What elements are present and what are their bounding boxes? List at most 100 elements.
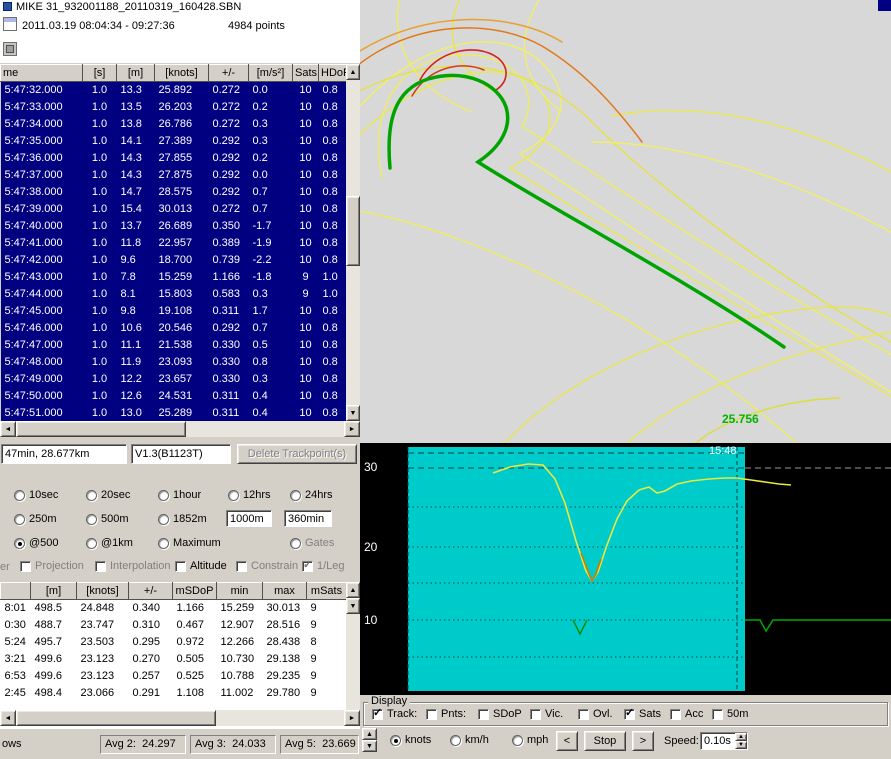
checkbox-acc[interactable]: Acc bbox=[670, 708, 703, 721]
step-back-button[interactable]: < bbox=[556, 731, 578, 751]
table-row[interactable]: 5:47:38.0001.014.728.5750.2920.7100.8 bbox=[1, 184, 347, 201]
table-row[interactable]: 5:47:33.0001.013.526.2030.2720.2100.8 bbox=[1, 99, 347, 116]
table-row[interactable]: 6:53499.623.1230.2570.52510.78829.2359 bbox=[1, 668, 347, 685]
scroll-right-button[interactable]: ► bbox=[344, 421, 360, 437]
col-header-max[interactable]: max bbox=[263, 583, 307, 600]
col-header-time[interactable]: me bbox=[1, 65, 83, 82]
col-header-error[interactable]: +/- bbox=[209, 65, 249, 82]
selection-region[interactable] bbox=[408, 447, 745, 691]
col-header-run-knots[interactable]: [knots] bbox=[77, 583, 129, 600]
zoom-up-button[interactable]: ▲ bbox=[362, 728, 377, 740]
col-header-run-meters[interactable]: [m] bbox=[31, 583, 77, 600]
scroll-up-button[interactable]: ▲ bbox=[346, 64, 360, 80]
scroll-up-button[interactable]: ▲ bbox=[346, 582, 360, 598]
table-row[interactable]: 5:47:47.0001.011.121.5380.3300.5100.8 bbox=[1, 337, 347, 354]
scroll-left-button[interactable]: ◄ bbox=[0, 421, 16, 437]
scroll-down-button[interactable]: ▼ bbox=[346, 405, 360, 421]
radio-gates[interactable]: Gates bbox=[290, 537, 334, 550]
results-hscrollbar[interactable]: ◄ ► bbox=[0, 710, 360, 726]
checkbox-1perleg[interactable]: 1/Leg bbox=[302, 560, 345, 573]
table-row[interactable]: 5:47:43.0001.07.815.2591.166-1.891.0 bbox=[1, 269, 347, 286]
results-vscrollbar[interactable]: ▲ ▼ bbox=[346, 582, 360, 710]
zoom-down-button[interactable]: ▼ bbox=[362, 740, 377, 752]
speed-down-button[interactable]: ▼ bbox=[735, 741, 747, 749]
col-header-sats[interactable]: Sats bbox=[293, 65, 319, 82]
checkbox-ovl[interactable]: Ovl. bbox=[578, 708, 613, 721]
scroll-left-button[interactable]: ◄ bbox=[0, 710, 16, 726]
table-row[interactable]: 3:21499.623.1230.2700.50510.73029.1389 bbox=[1, 651, 347, 668]
col-header-meters[interactable]: [m] bbox=[117, 65, 155, 82]
checkbox-50m[interactable]: 50m bbox=[712, 708, 748, 721]
table-row[interactable]: 5:47:35.0001.014.127.3890.2920.3100.8 bbox=[1, 133, 347, 150]
table-row[interactable]: 5:47:42.0001.09.618.7000.739-2.2100.8 bbox=[1, 252, 347, 269]
table-row[interactable]: 5:47:32.0001.013.325.8920.2720.0100.8 bbox=[1, 82, 347, 99]
col-header-runtime[interactable] bbox=[1, 583, 31, 600]
hscroll-thumb[interactable] bbox=[16, 710, 216, 726]
radio-1852m[interactable]: 1852m bbox=[158, 513, 207, 526]
table-row[interactable]: 0:30488.723.7470.3100.46712.90728.5169 bbox=[1, 617, 347, 634]
custom-distance-input[interactable] bbox=[226, 510, 272, 527]
table-row[interactable]: 5:24495.723.5030.2950.97212.26628.4388 bbox=[1, 634, 347, 651]
col-header-accel[interactable]: [m/s²] bbox=[249, 65, 293, 82]
track-table-hscrollbar[interactable]: ◄ ► bbox=[0, 421, 360, 437]
table-row[interactable]: 5:47:39.0001.015.430.0130.2720.7100.8 bbox=[1, 201, 347, 218]
table-row[interactable]: 5:47:41.0001.011.822.9570.389-1.9100.8 bbox=[1, 235, 347, 252]
map-canvas[interactable] bbox=[360, 0, 891, 443]
firmware-version-field[interactable] bbox=[131, 444, 231, 464]
col-header-run-error[interactable]: +/- bbox=[129, 583, 173, 600]
radio-250m[interactable]: 250m bbox=[14, 513, 57, 526]
checkbox-projection[interactable]: Projection bbox=[20, 560, 84, 573]
checkbox-vic[interactable]: Vic. bbox=[530, 708, 563, 721]
stop-button[interactable]: Stop bbox=[584, 731, 626, 751]
radio-maximum[interactable]: Maximum bbox=[158, 537, 221, 550]
table-row[interactable]: 5:47:46.0001.010.620.5460.2920.7100.8 bbox=[1, 320, 347, 337]
custom-duration-input[interactable] bbox=[284, 510, 332, 527]
table-row[interactable]: 5:47:34.0001.013.826.7860.2720.3100.8 bbox=[1, 116, 347, 133]
speed-graph-panel[interactable]: 30 20 10 15:48 bbox=[360, 443, 891, 695]
table-row[interactable]: 5:47:48.0001.011.923.0930.3300.8100.8 bbox=[1, 354, 347, 371]
col-header-seconds[interactable]: [s] bbox=[83, 65, 117, 82]
radio-at1km[interactable]: @1km bbox=[86, 537, 133, 550]
checkbox-interpolation[interactable]: Interpolation bbox=[95, 560, 171, 573]
radio-500m[interactable]: 500m bbox=[86, 513, 129, 526]
delete-trackpoints-button[interactable]: Delete Trackpoint(s) bbox=[237, 444, 357, 464]
track-summary-field[interactable] bbox=[1, 444, 127, 464]
table-row[interactable]: 5:47:49.0001.012.223.6570.3300.3100.8 bbox=[1, 371, 347, 388]
table-row[interactable]: 8:01498.524.8480.3401.16615.25930.0139 bbox=[1, 600, 347, 617]
hscroll-thumb[interactable] bbox=[16, 421, 186, 437]
checkbox-altitude[interactable]: Altitude bbox=[175, 560, 227, 573]
checkbox-sats[interactable]: Sats bbox=[624, 708, 661, 721]
scroll-right-button[interactable]: ► bbox=[344, 710, 360, 726]
speed-up-button[interactable]: ▲ bbox=[735, 733, 747, 741]
table-row[interactable]: 2:45498.423.0660.2911.10811.00229.7809 bbox=[1, 685, 347, 702]
col-header-hdop[interactable]: HDoP bbox=[319, 65, 347, 82]
radio-mph[interactable]: mph bbox=[512, 734, 548, 747]
checkbox-sdop[interactable]: SDoP bbox=[478, 708, 522, 721]
radio-20sec[interactable]: 20sec bbox=[86, 489, 130, 502]
table-row[interactable]: 5:47:50.0001.012.624.5310.3110.4100.8 bbox=[1, 388, 347, 405]
table-row[interactable]: 5:47:36.0001.014.327.8550.2920.2100.8 bbox=[1, 150, 347, 167]
radio-24hrs[interactable]: 24hrs bbox=[290, 489, 333, 502]
radio-at500[interactable]: @500 bbox=[14, 537, 59, 550]
checkbox-constrain[interactable]: Constrain bbox=[236, 560, 298, 573]
track-table-vscrollbar[interactable]: ▲ ▼ bbox=[346, 64, 360, 421]
radio-kmh[interactable]: km/h bbox=[450, 734, 489, 747]
speed-stepper[interactable]: 0.10s ▲ ▼ bbox=[700, 732, 748, 750]
table-row[interactable]: 5:47:51.0001.013.025.2890.3110.4100.8 bbox=[1, 405, 347, 422]
speed-graph-canvas[interactable] bbox=[360, 443, 891, 695]
radio-12hrs[interactable]: 12hrs bbox=[228, 489, 271, 502]
radio-knots[interactable]: knots bbox=[390, 734, 431, 747]
table-row[interactable]: 5:47:45.0001.09.819.1080.3111.7100.8 bbox=[1, 303, 347, 320]
radio-1hour[interactable]: 1hour bbox=[158, 489, 201, 502]
col-header-msats[interactable]: mSats bbox=[307, 583, 347, 600]
col-header-knots[interactable]: [knots] bbox=[155, 65, 209, 82]
col-header-min[interactable]: min bbox=[217, 583, 263, 600]
vscroll-thumb[interactable] bbox=[346, 196, 360, 266]
checkbox-pnts[interactable]: Pnts: bbox=[426, 708, 466, 721]
map-panel[interactable]: 25.756 bbox=[360, 0, 891, 443]
table-row[interactable]: 5:47:44.0001.08.115.8030.5830.391.0 bbox=[1, 286, 347, 303]
step-forward-button[interactable]: > bbox=[632, 731, 654, 751]
radio-10sec[interactable]: 10sec bbox=[14, 489, 58, 502]
table-row[interactable]: 5:47:40.0001.013.726.6890.350-1.7100.8 bbox=[1, 218, 347, 235]
table-row[interactable]: 5:47:37.0001.014.327.8750.2920.0100.8 bbox=[1, 167, 347, 184]
